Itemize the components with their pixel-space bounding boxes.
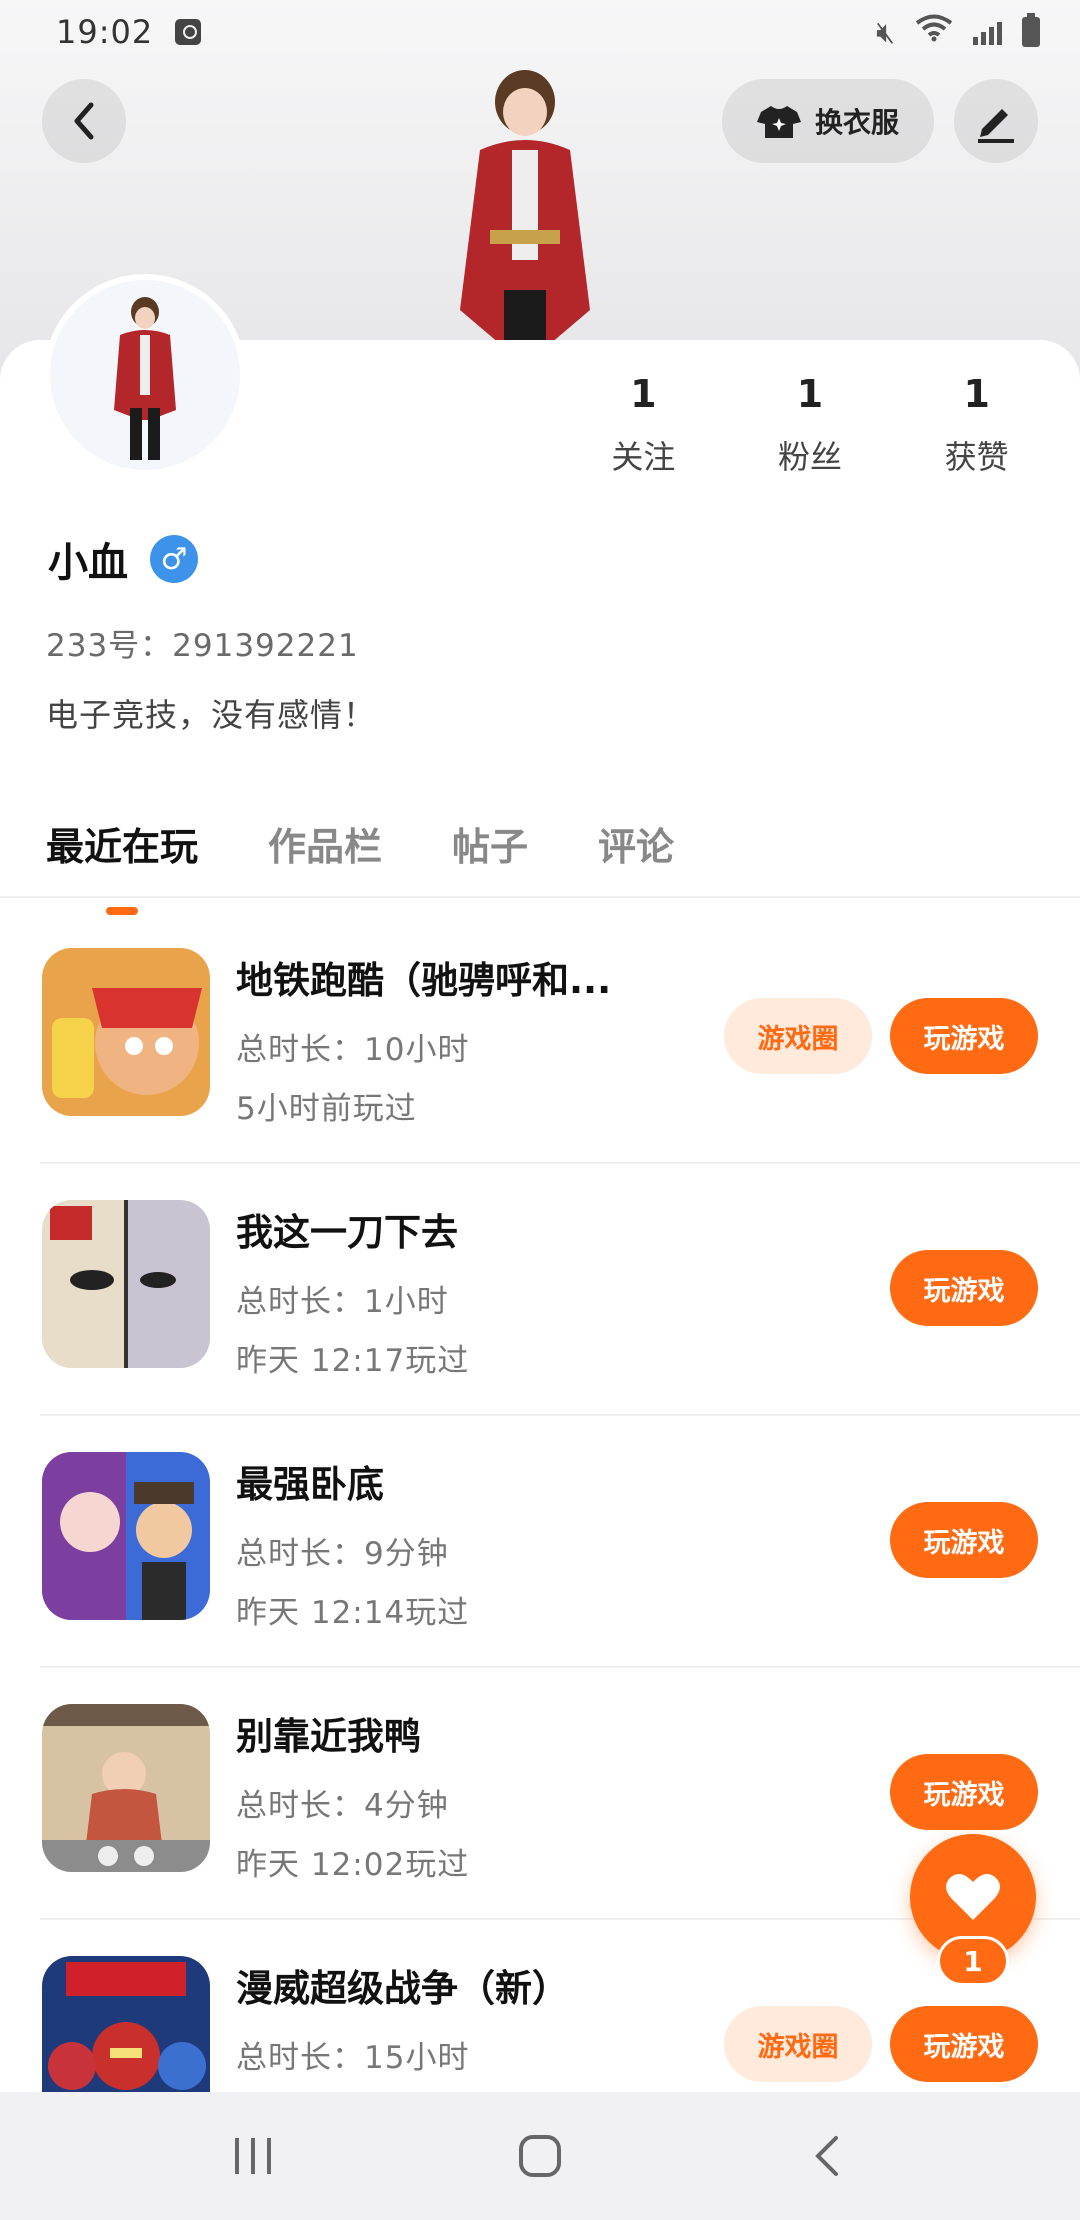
game-last-played: 昨天 12:14玩过 xyxy=(236,1595,470,1631)
play-game-button[interactable]: 玩游戏 xyxy=(890,2006,1038,2082)
cellular-signal-icon xyxy=(973,19,1002,45)
system-back-button[interactable] xyxy=(782,2116,872,2196)
following-label: 关注 xyxy=(611,438,676,476)
play-game-button[interactable]: 玩游戏 xyxy=(890,1502,1038,1578)
recent-apps-button[interactable] xyxy=(208,2116,298,2196)
home-button[interactable] xyxy=(495,2116,585,2196)
game-icon-strongest-undercover xyxy=(42,1452,210,1620)
username: 小血 xyxy=(48,540,128,586)
tab-posts[interactable]: 帖子 xyxy=(452,816,528,871)
game-last-played: 昨天 12:17玩过 xyxy=(236,1343,470,1379)
following-count: 1 xyxy=(630,372,657,416)
game-last-played: 5小时前玩过 xyxy=(236,1091,417,1127)
user-id: 233号：291392221 xyxy=(46,628,359,664)
list-item[interactable]: 地铁跑酷（驰骋呼和... 总时长：10小时 5小时前玩过 游戏圈 玩游戏 xyxy=(40,912,1080,1164)
back-icon xyxy=(814,2136,838,2176)
game-title: 别靠近我鸭 xyxy=(236,1715,421,1758)
profile-tabs: 最近在玩 作品栏 帖子 评论 xyxy=(46,816,674,915)
play-game-button[interactable]: 玩游戏 xyxy=(890,998,1038,1074)
game-icon-subway-surfers xyxy=(42,948,210,1116)
tshirt-icon xyxy=(756,104,801,138)
like-count-badge: 1 xyxy=(937,1936,1009,1986)
tab-comments[interactable]: 评论 xyxy=(598,816,674,871)
recently-played-list: 地铁跑酷（驰骋呼和... 总时长：10小时 5小时前玩过 游戏圈 玩游戏 我这一… xyxy=(0,912,1080,2172)
tab-recently-played[interactable]: 最近在玩 xyxy=(46,816,198,915)
profile-stats: 1 关注 1 粉丝 1 获赞 xyxy=(560,372,1060,478)
game-icon-dont-come-near-duck xyxy=(42,1704,210,1872)
recent-apps-icon xyxy=(235,2138,272,2174)
game-title: 最强卧底 xyxy=(236,1463,384,1506)
game-title: 我这一刀下去 xyxy=(236,1211,458,1254)
system-navigation-bar xyxy=(0,2092,1080,2220)
game-circle-button[interactable]: 游戏圈 xyxy=(724,2006,872,2082)
character-model-image xyxy=(460,70,590,344)
avatar-character-image xyxy=(114,297,176,460)
change-outfit-label: 换衣服 xyxy=(814,106,899,139)
back-button[interactable] xyxy=(42,79,126,163)
tab-divider xyxy=(0,896,1080,898)
followers-label: 粉丝 xyxy=(778,438,843,476)
game-circle-button[interactable]: 游戏圈 xyxy=(724,998,872,1074)
list-item[interactable]: 最强卧底 总时长：9分钟 昨天 12:14玩过 玩游戏 xyxy=(40,1416,1080,1668)
wifi-icon xyxy=(915,14,953,50)
stat-following[interactable]: 1 关注 xyxy=(560,372,727,478)
status-bar: 19:02 🔇︎ xyxy=(0,0,1080,64)
edit-profile-button[interactable] xyxy=(954,79,1038,163)
game-duration: 总时长：10小时 xyxy=(236,1032,470,1068)
play-game-button[interactable]: 玩游戏 xyxy=(890,1250,1038,1326)
game-title: 地铁跑酷（驰骋呼和... xyxy=(236,959,612,1002)
followers-count: 1 xyxy=(796,372,824,416)
stat-likes[interactable]: 1 获赞 xyxy=(893,372,1060,478)
pencil-icon xyxy=(978,109,1014,143)
heart-icon xyxy=(946,1873,1000,1920)
likes-label: 获赞 xyxy=(944,438,1009,476)
mute-icon: 🔇︎ xyxy=(876,14,895,50)
tab-works[interactable]: 作品栏 xyxy=(268,816,382,871)
male-gender-icon: ♂ xyxy=(150,535,198,583)
home-icon xyxy=(518,2135,561,2177)
stat-followers[interactable]: 1 粉丝 xyxy=(727,372,894,478)
chevron-left-icon xyxy=(74,102,94,140)
game-duration: 总时长：9分钟 xyxy=(236,1536,449,1572)
avatar[interactable] xyxy=(44,274,246,476)
game-title: 漫威超级战争（新） xyxy=(236,1967,569,2010)
game-icon-one-slash xyxy=(42,1200,210,1368)
battery-icon xyxy=(1022,13,1040,47)
play-game-button[interactable]: 玩游戏 xyxy=(890,1754,1038,1830)
game-duration: 总时长：1小时 xyxy=(236,1284,449,1320)
game-duration: 总时长：4分钟 xyxy=(236,1788,449,1824)
user-bio: 电子竞技，没有感情！ xyxy=(46,696,377,734)
alarm-icon xyxy=(175,19,202,45)
name-row: 小血 ♂ xyxy=(48,530,198,588)
game-duration: 总时长：15小时 xyxy=(236,2040,470,2076)
status-time: 19:02 xyxy=(56,13,154,51)
change-outfit-button[interactable]: 换衣服 xyxy=(722,79,934,163)
game-last-played: 昨天 12:02玩过 xyxy=(236,1847,470,1883)
likes-count: 1 xyxy=(963,372,990,416)
list-item[interactable]: 我这一刀下去 总时长：1小时 昨天 12:17玩过 玩游戏 xyxy=(40,1164,1080,1416)
